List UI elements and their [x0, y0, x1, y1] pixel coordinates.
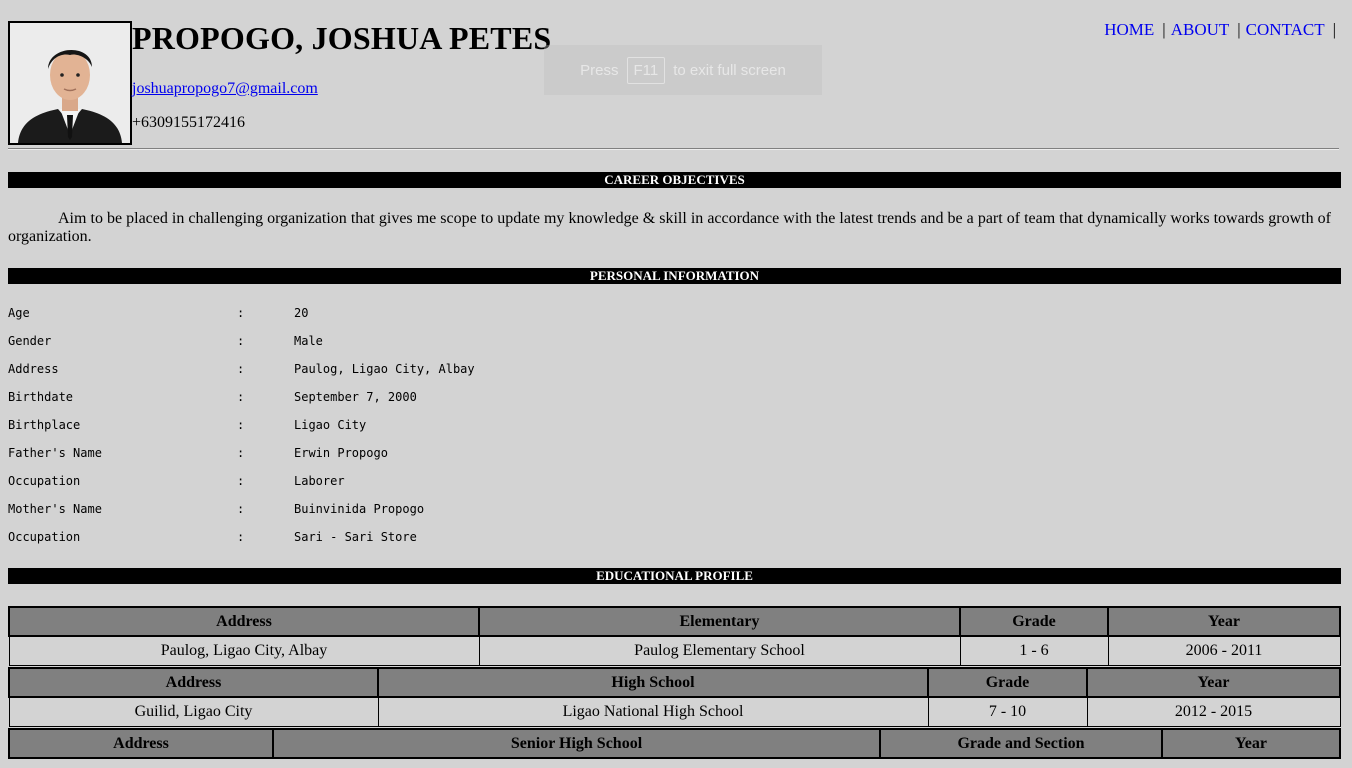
info-row-father-occupation: Occupation : Laborer: [8, 474, 608, 502]
fullscreen-hint-pre: Press: [580, 61, 619, 79]
email-link[interactable]: joshuapropogo7@gmail.com: [132, 80, 318, 98]
column-header: High School: [377, 667, 929, 698]
info-value: Laborer: [294, 474, 345, 488]
column-header: Year: [1161, 728, 1341, 759]
senior-high-table: Address Senior High School Grade and Sec…: [8, 728, 1341, 759]
info-colon: :: [237, 502, 245, 516]
table-row: Paulog, Ligao City, Albay Paulog Element…: [8, 635, 1341, 666]
column-header: Grade: [959, 606, 1109, 637]
info-row-address: Address : Paulog, Ligao City, Albay: [8, 362, 608, 390]
high-school-table: Address High School Grade Year Guilid, L…: [8, 667, 1341, 727]
info-row-mothers-name: Mother's Name : Buinvinida Propogo: [8, 502, 608, 530]
info-row-gender: Gender : Male: [8, 334, 608, 362]
info-row-birthdate: Birthdate : September 7, 2000: [8, 390, 608, 418]
profile-photo: [8, 21, 132, 145]
column-header: Year: [1107, 606, 1341, 637]
nav-home-link[interactable]: HOME: [1104, 20, 1154, 39]
table-cell: 2006 - 2011: [1107, 635, 1341, 666]
info-colon: :: [237, 446, 245, 460]
info-row-age: Age : 20: [8, 306, 608, 334]
info-colon: :: [237, 474, 245, 488]
nav-separator: |: [1332, 20, 1336, 39]
column-header: Year: [1086, 667, 1341, 698]
info-colon: :: [237, 530, 245, 544]
nav-separator: |: [1162, 20, 1166, 39]
top-nav: HOME | ABOUT | CONTACT |: [1104, 20, 1341, 40]
info-label: Mother's Name: [8, 502, 102, 516]
info-label: Occupation: [8, 474, 81, 488]
column-header: Address: [8, 728, 274, 759]
info-value: Ligao City: [294, 418, 367, 432]
info-value: Male: [294, 334, 323, 348]
nav-about-link[interactable]: ABOUT: [1171, 20, 1230, 39]
fullscreen-hint: Press F11 to exit full screen: [544, 45, 822, 95]
nav-contact-link[interactable]: CONTACT: [1246, 20, 1325, 39]
phone-number: +6309155172416: [132, 114, 246, 131]
column-header: Senior High School: [272, 728, 881, 759]
info-value: Paulog, Ligao City, Albay: [294, 362, 475, 376]
info-colon: :: [237, 390, 245, 404]
info-row-mother-occupation: Occupation : Sari - Sari Store: [8, 530, 608, 558]
fullscreen-hint-post: to exit full screen: [673, 61, 786, 79]
info-row-birthplace: Birthplace : Ligao City: [8, 418, 608, 446]
info-colon: :: [237, 418, 245, 432]
personal-info-list: Age : 20 Gender : Male Address : Paulog,…: [8, 306, 608, 558]
table-cell: Paulog, Ligao City, Albay: [8, 635, 480, 666]
table-cell: 1 - 6: [959, 635, 1109, 666]
info-label: Address: [8, 362, 59, 376]
table-cell: 2012 - 2015: [1086, 696, 1341, 727]
info-colon: :: [237, 306, 245, 320]
info-label: Age: [8, 306, 30, 320]
info-value: September 7, 2000: [294, 390, 417, 404]
table-cell: Ligao National High School: [377, 696, 929, 727]
header-divider: [8, 148, 1339, 150]
table-cell: Paulog Elementary School: [478, 635, 961, 666]
column-header: Elementary: [478, 606, 961, 637]
info-value: 20: [294, 306, 309, 320]
column-header: Address: [8, 667, 379, 698]
personal-information-heading: PERSONAL INFORMATION: [8, 268, 1341, 284]
nav-separator: |: [1237, 20, 1241, 39]
info-label: Father's Name: [8, 446, 102, 460]
column-header: Grade and Section: [879, 728, 1163, 759]
f11-key-badge: F11: [626, 56, 666, 84]
info-value: Erwin Propogo: [294, 446, 388, 460]
info-colon: :: [237, 362, 245, 376]
page-title: PROPOGO, JOSHUA PETES: [132, 20, 552, 56]
info-label: Birthplace: [8, 418, 81, 432]
elementary-table: Address Elementary Grade Year Paulog, Li…: [8, 606, 1341, 666]
info-label: Occupation: [8, 530, 81, 544]
column-header: Grade: [927, 667, 1088, 698]
career-objectives-heading: CAREER OBJECTIVES: [8, 172, 1341, 188]
table-header-row: Address Senior High School Grade and Sec…: [8, 728, 1341, 759]
info-value: Buinvinida Propogo: [294, 502, 425, 516]
career-objective-text: Aim to be placed in challenging organiza…: [8, 210, 1331, 245]
table-header-row: Address Elementary Grade Year: [8, 606, 1341, 637]
info-row-fathers-name: Father's Name : Erwin Propogo: [8, 446, 608, 474]
info-value: Sari - Sari Store: [294, 530, 417, 544]
educational-profile-heading: EDUCATIONAL PROFILE: [8, 568, 1341, 584]
info-colon: :: [237, 334, 245, 348]
person-photo-icon: [10, 23, 130, 143]
info-label: Gender: [8, 334, 52, 348]
table-cell: 7 - 10: [927, 696, 1088, 727]
info-label: Birthdate: [8, 390, 74, 404]
table-cell: Guilid, Ligao City: [8, 696, 379, 727]
table-row: Guilid, Ligao City Ligao National High S…: [8, 696, 1341, 727]
column-header: Address: [8, 606, 480, 637]
table-header-row: Address High School Grade Year: [8, 667, 1341, 698]
